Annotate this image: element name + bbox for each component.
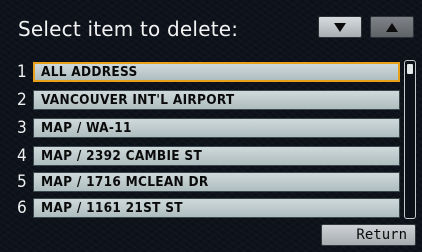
down-triangle-icon xyxy=(334,22,346,32)
list-item-6[interactable]: MAP / 1161 21ST ST xyxy=(33,198,400,218)
list-item-1[interactable]: ALL ADDRESS xyxy=(33,62,400,82)
return-button[interactable]: Return xyxy=(321,224,416,246)
list-item-label: MAP / 1716 MCLEAN DR xyxy=(41,174,209,190)
row-number: 3 xyxy=(17,118,27,138)
scrollbar-thumb[interactable] xyxy=(407,64,413,74)
list-item-3[interactable]: MAP / WA-11 xyxy=(33,118,400,138)
list-scrollbar[interactable] xyxy=(404,60,416,219)
list-item-label: VANCOUVER INT'L AIRPORT xyxy=(41,92,235,108)
row-number: 5 xyxy=(17,172,27,192)
row-number: 2 xyxy=(17,90,27,110)
nav-screen: Select item to delete: 1 ALL ADDRESS 2 V… xyxy=(0,0,422,252)
list-item-5[interactable]: MAP / 1716 MCLEAN DR xyxy=(33,172,400,192)
scroll-down-button[interactable] xyxy=(318,16,362,38)
scroll-up-button[interactable] xyxy=(370,16,414,38)
up-triangle-icon xyxy=(386,22,398,32)
list-item-label: ALL ADDRESS xyxy=(41,64,138,80)
page-title: Select item to delete: xyxy=(18,17,239,41)
row-number: 4 xyxy=(17,146,27,166)
list-item-4[interactable]: MAP / 2392 CAMBIE ST xyxy=(33,146,400,166)
list-item-2[interactable]: VANCOUVER INT'L AIRPORT xyxy=(33,90,400,110)
list-item-label: MAP / 1161 21ST ST xyxy=(41,200,183,216)
row-number: 6 xyxy=(17,198,27,218)
list-item-label: MAP / WA-11 xyxy=(41,120,132,136)
list-item-label: MAP / 2392 CAMBIE ST xyxy=(41,148,203,164)
row-number: 1 xyxy=(17,62,27,82)
